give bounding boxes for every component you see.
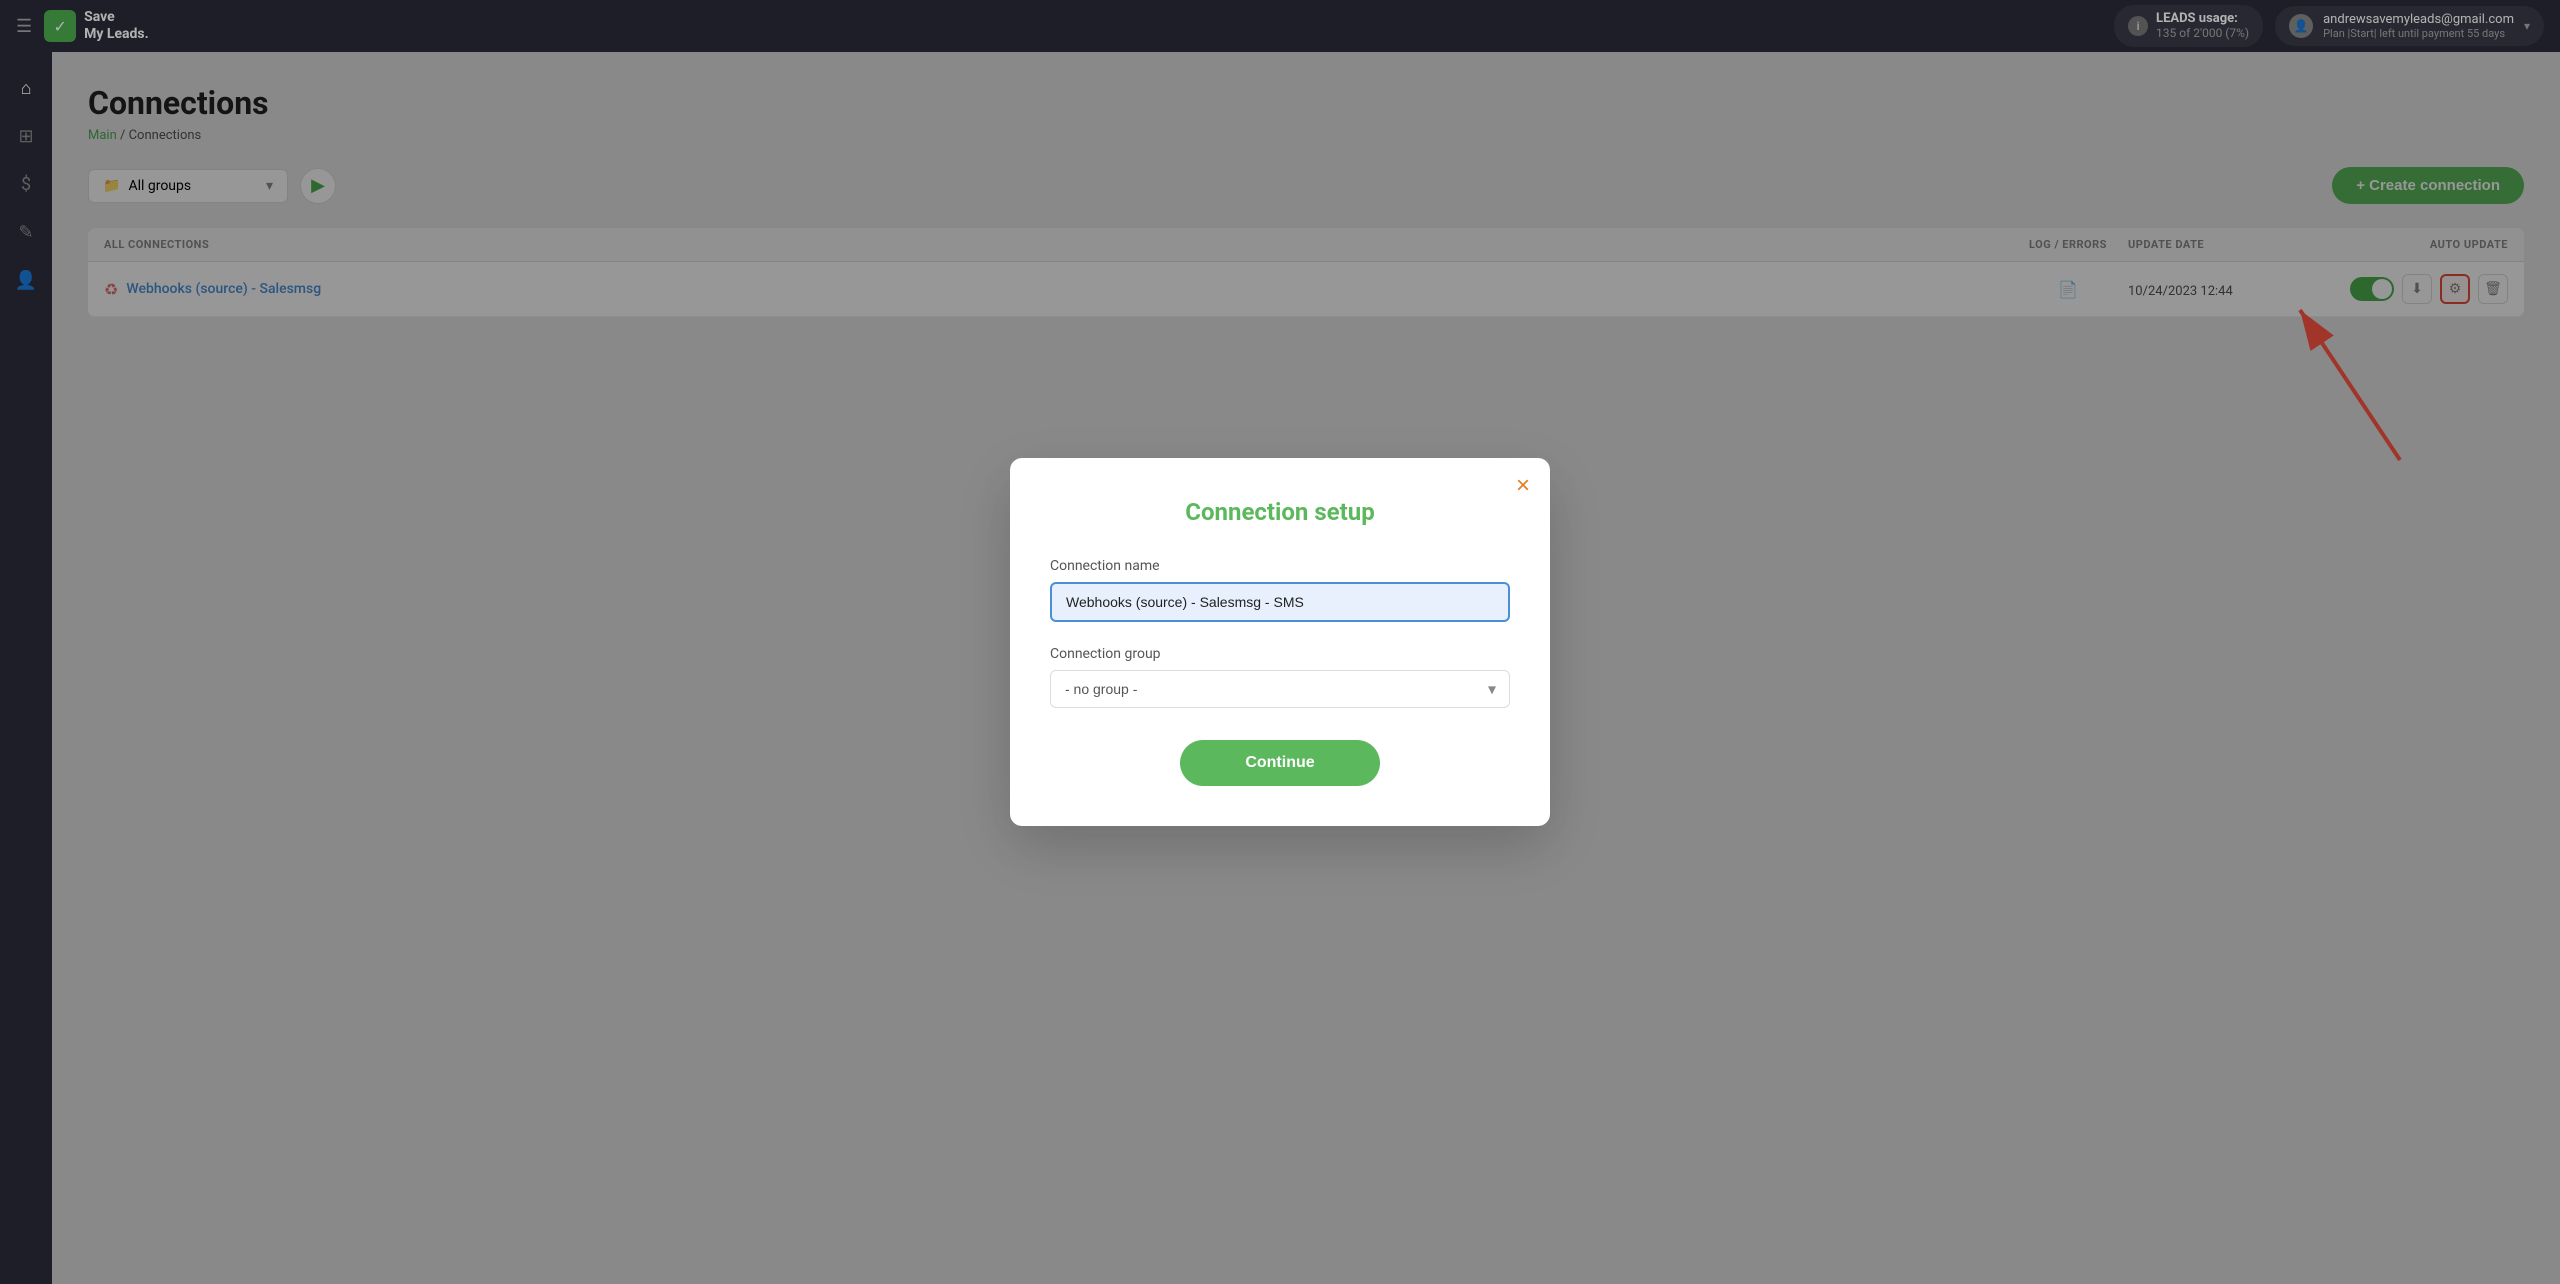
continue-button[interactable]: Continue [1180,740,1380,786]
connection-group-group: Connection group - no group -Group 1Grou… [1050,646,1510,708]
connection-name-group: Connection name [1050,558,1510,622]
connection-group-wrapper: - no group -Group 1Group 2 [1050,670,1510,708]
modal-overlay: × Connection setup Connection name Conne… [0,0,2560,1284]
connection-setup-modal: × Connection setup Connection name Conne… [1010,458,1550,826]
connection-group-label: Connection group [1050,646,1510,662]
modal-title: Connection setup [1050,498,1510,526]
modal-close-button[interactable]: × [1516,474,1530,498]
connection-group-select[interactable]: - no group -Group 1Group 2 [1050,670,1510,708]
connection-name-input[interactable] [1050,582,1510,622]
connection-name-label: Connection name [1050,558,1510,574]
